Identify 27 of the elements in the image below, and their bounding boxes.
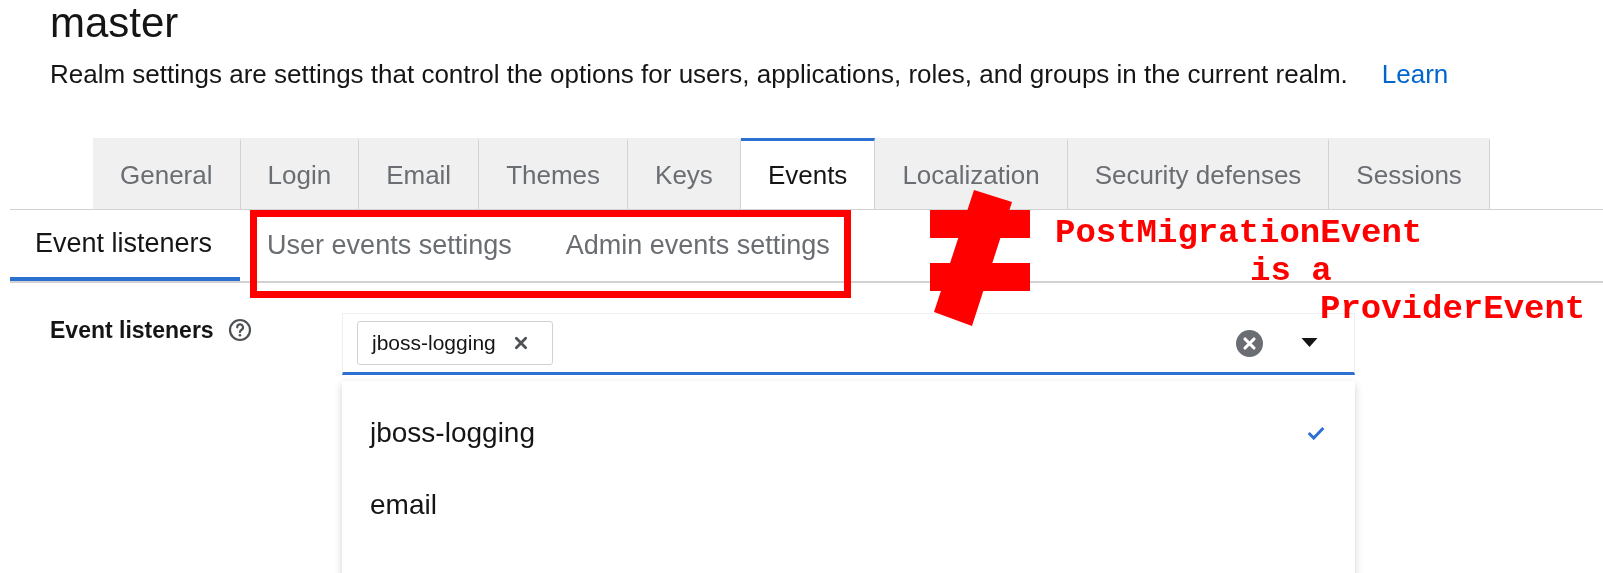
menu-item[interactable]: email: [342, 469, 1355, 541]
annotation-text: PostMigrationEvent: [1055, 214, 1423, 252]
tab[interactable]: Sessions: [1329, 138, 1490, 209]
help-icon: [227, 318, 252, 342]
tab[interactable]: Keys: [628, 138, 741, 209]
tab[interactable]: Email: [359, 138, 480, 209]
tab[interactable]: General: [93, 138, 241, 209]
close-icon[interactable]: [513, 336, 528, 350]
subtab[interactable]: Admin events settings: [525, 217, 840, 278]
tab[interactable]: Events: [740, 138, 876, 209]
page-title: master: [50, 0, 180, 46]
tab[interactable]: Localization: [875, 138, 1068, 209]
tab[interactable]: Themes: [479, 138, 629, 209]
page-description: Realm settings are settings that control the options for users, applications, roles, and groups in the current realm.: [50, 59, 1348, 89]
chip-label: jboss-logging: [372, 331, 496, 355]
tab[interactable]: Security defenses: [1067, 138, 1330, 209]
menu-item[interactable]: jboss-logging: [342, 397, 1355, 469]
field-label: Event listeners: [50, 317, 214, 344]
chip[interactable]: jboss-logging: [357, 321, 553, 365]
annotation-text: is a: [1250, 252, 1332, 290]
clear-icon[interactable]: [1236, 329, 1263, 357]
tab[interactable]: Login: [240, 138, 360, 209]
check-icon: [1307, 426, 1325, 440]
subtab[interactable]: Event listeners: [10, 210, 241, 281]
learn-more-link[interactable]: Learn: [1381, 59, 1449, 89]
caret-icon[interactable]: [1301, 338, 1318, 348]
subtab[interactable]: User events settings: [261, 217, 526, 278]
